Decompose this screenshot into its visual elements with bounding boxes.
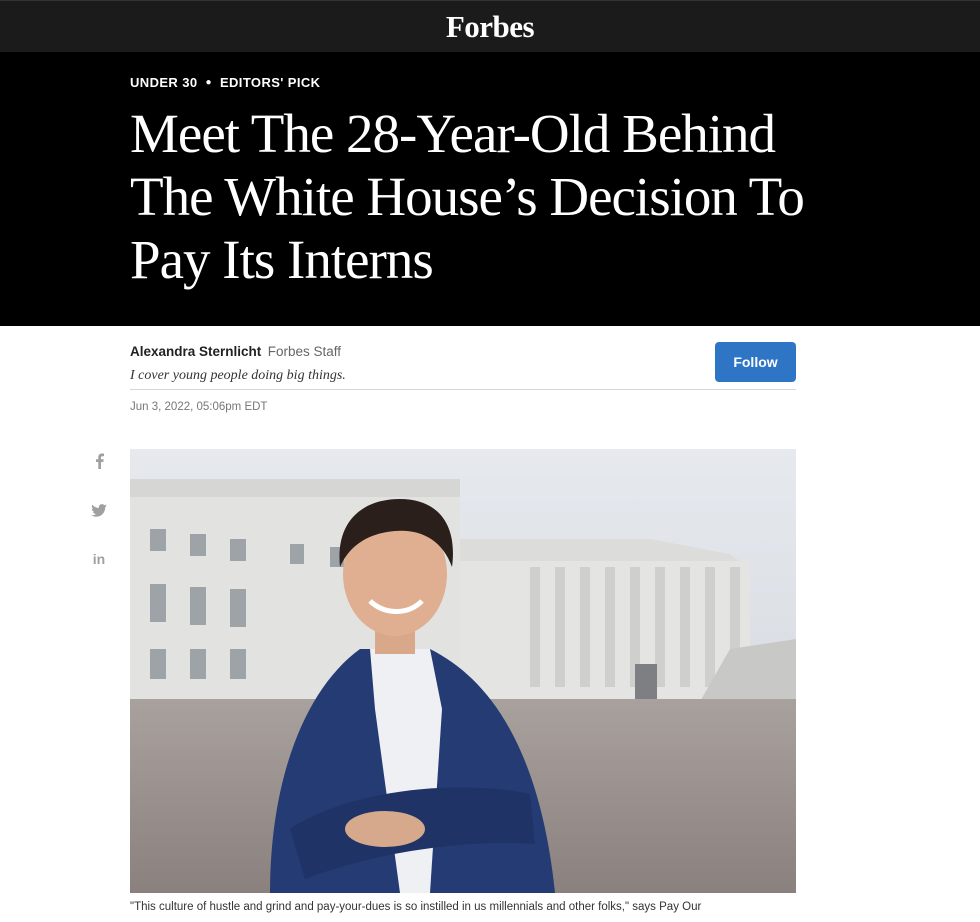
- article-title: Meet The 28-Year-Old Behind The White Ho…: [130, 103, 805, 290]
- kicker-separator: ●: [205, 77, 212, 88]
- twitter-share-icon[interactable]: [88, 499, 110, 521]
- photo-caption: "This culture of hustle and grind and pa…: [130, 901, 702, 913]
- article-hero-photo: [130, 449, 796, 893]
- author-name[interactable]: Alexandra Sternlicht: [130, 344, 261, 359]
- kicker-editors-pick: EDITORS' PICK: [219, 75, 321, 90]
- article-kicker: UNDER 30 ● EDITORS' PICK: [130, 75, 320, 90]
- linkedin-share-icon[interactable]: in: [88, 548, 110, 570]
- article-hero: UNDER 30 ● EDITORS' PICK Meet The 28-Yea…: [0, 52, 980, 326]
- author-bio: I cover young people doing big things.: [130, 368, 346, 383]
- forbes-logo[interactable]: Forbes: [446, 9, 535, 45]
- top-nav-bar: Forbes: [0, 0, 980, 52]
- author-byline: Alexandra Sternlicht Forbes Staff I cove…: [130, 343, 796, 384]
- publish-date: Jun 3, 2022, 05:06pm EDT: [130, 401, 268, 413]
- follow-button[interactable]: Follow: [715, 342, 796, 382]
- byline-divider: [130, 389, 796, 390]
- author-type: Forbes Staff: [267, 344, 342, 359]
- facebook-share-icon[interactable]: [88, 450, 110, 472]
- kicker-under-30-link[interactable]: UNDER 30: [130, 75, 198, 90]
- capitol-portrait-illustration: [130, 449, 796, 893]
